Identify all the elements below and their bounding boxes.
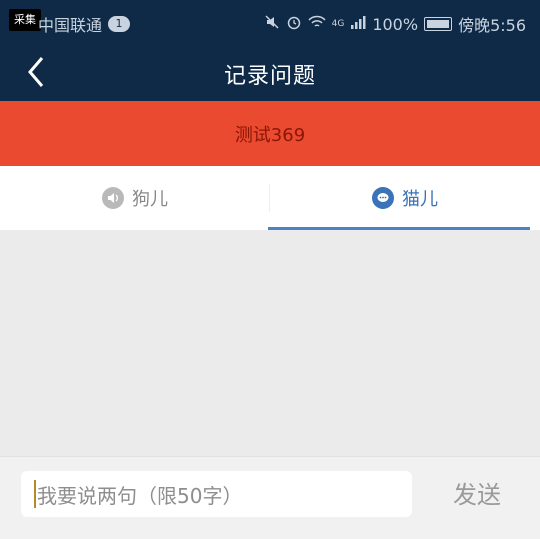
- sim-slot-badge: 1: [108, 16, 131, 32]
- clock: 傍晚5:56: [458, 16, 526, 35]
- message-list: [0, 230, 540, 456]
- battery-percent: 100%: [372, 14, 419, 34]
- tab-cat[interactable]: 猫儿: [270, 166, 540, 230]
- input-bar: 我要说两句（限50字） 发送: [0, 456, 540, 539]
- tab-dog-label: 狗儿: [132, 189, 168, 210]
- battery-icon: [424, 17, 453, 31]
- mute-icon: [264, 14, 280, 34]
- chat-bubble-icon: [372, 187, 394, 209]
- message-input[interactable]: 我要说两句（限50字）: [21, 471, 412, 517]
- tab-cat-label: 猫儿: [402, 189, 438, 210]
- page-title: 记录问题: [223, 64, 316, 89]
- tab-dog[interactable]: 狗儿: [0, 166, 270, 230]
- topic-banner: 测试369: [0, 101, 540, 166]
- signal-icon: [350, 14, 366, 34]
- tab-bar: 狗儿 猫儿: [0, 166, 540, 230]
- text-caret: [34, 480, 36, 508]
- banner-text: 测试369: [234, 124, 306, 146]
- carrier-name: 中国联通: [38, 16, 103, 35]
- input-placeholder: 我要说两句（限50字）: [37, 483, 243, 508]
- send-button[interactable]: 发送: [442, 478, 512, 512]
- nav-bar: 记录问题: [0, 44, 540, 101]
- alarm-icon: [286, 14, 302, 34]
- network-type: 4G: [331, 19, 345, 29]
- status-left: 中国联通 1: [10, 12, 131, 36]
- speaker-icon: [102, 187, 124, 209]
- wifi-icon: [308, 14, 326, 34]
- status-bar: 采集 中国联通 1 4G 100% 傍晚5:56: [0, 0, 540, 44]
- status-right: 4G 100% 傍晚5:56: [264, 12, 526, 36]
